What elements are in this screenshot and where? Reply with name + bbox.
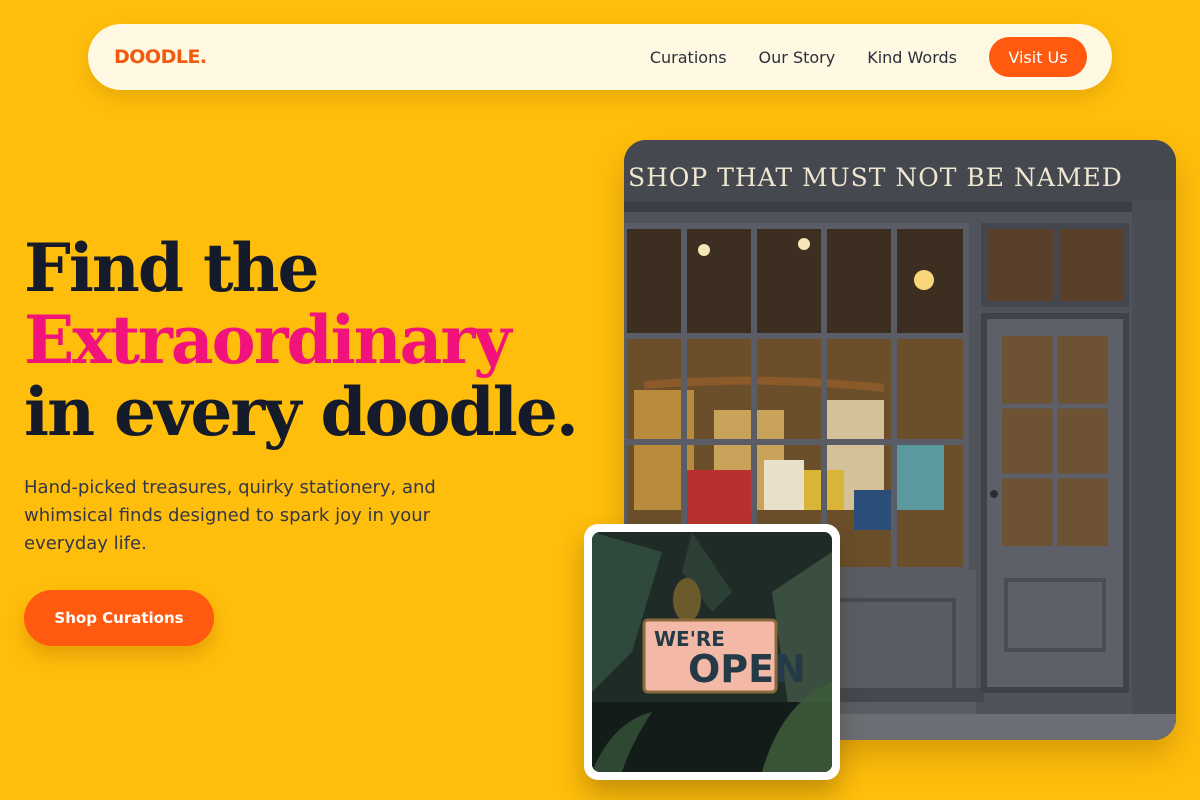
hero-headline: Find the Extraordinary in every doodle.	[24, 229, 579, 451]
visit-us-button[interactable]: Visit Us	[989, 37, 1087, 77]
hero-subtext: Hand-picked treasures, quirky stationery…	[24, 477, 436, 554]
open-sign-photo: WE'RE OPEN	[584, 524, 840, 780]
top-nav: DOODLE. Curations Our Story Kind Words V…	[88, 24, 1112, 90]
open-sign-photo-inner: WE'RE OPEN	[592, 532, 832, 772]
headline-line-3: in every doodle.	[24, 373, 579, 451]
storefront-sign-text: SHOP THAT MUST NOT BE NAMED	[628, 163, 1123, 192]
open-sign-bottom-text: OPEN	[688, 647, 806, 691]
nav-link-kind-words[interactable]: Kind Words	[867, 48, 957, 67]
nav-link-curations[interactable]: Curations	[650, 48, 727, 67]
headline-accent: Extraordinary	[24, 301, 512, 379]
brand-logo[interactable]: DOODLE.	[114, 46, 207, 68]
open-sign-illustration: WE'RE OPEN	[592, 532, 832, 772]
headline-line-1: Find the	[24, 229, 320, 307]
nav-link-our-story[interactable]: Our Story	[759, 48, 836, 67]
shop-curations-button[interactable]: Shop Curations	[24, 590, 214, 646]
nav-links: Curations Our Story Kind Words Visit Us	[650, 37, 1087, 77]
